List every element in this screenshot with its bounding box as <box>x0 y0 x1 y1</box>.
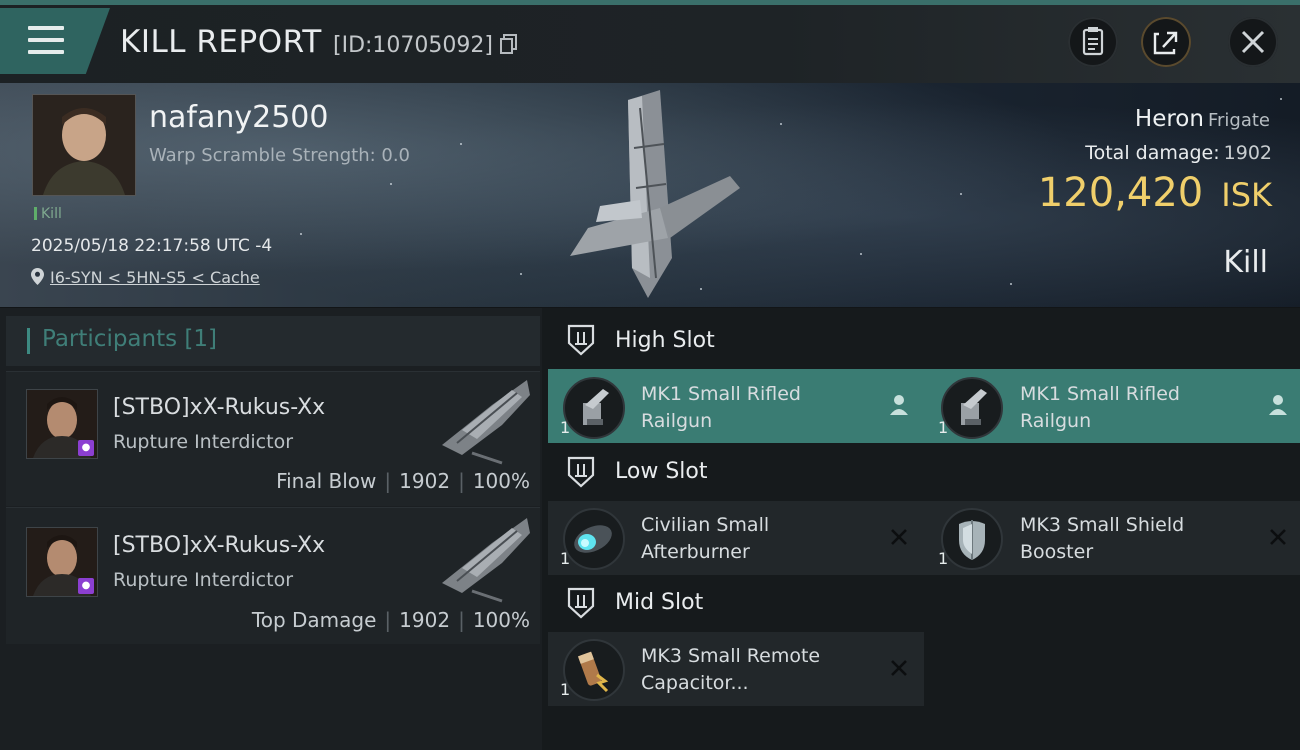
mid-slot-label: Mid Slot <box>615 590 704 615</box>
victim-pilot-name[interactable]: nafany2500 <box>149 100 328 135</box>
low-slot-icon <box>567 456 595 488</box>
clipboard-button[interactable] <box>1068 17 1118 67</box>
railgun-icon <box>941 377 1003 439</box>
person-badge-icon: ● <box>78 578 94 594</box>
module-name: MK1 Small Rifled Railgun <box>1020 383 1180 432</box>
share-button[interactable] <box>1141 17 1191 67</box>
participant-stats: Final Blow | 1902 | 100% <box>276 469 530 493</box>
high-slot-icon <box>567 324 595 356</box>
victim-avatar[interactable] <box>32 94 136 196</box>
report-id: [ID:10705092] <box>333 33 517 58</box>
railgun-icon <box>563 377 625 439</box>
module-name: Civilian Small Afterburner <box>641 514 770 563</box>
module-quantity: 1 <box>560 418 571 437</box>
participant-ship: Rupture Interdictor <box>113 431 293 453</box>
ship-render-image <box>570 90 740 298</box>
module-quantity: 1 <box>560 680 571 699</box>
participant-name[interactable]: [STBO]xX-Rukus-Xx <box>113 533 325 558</box>
high-slot-label: High Slot <box>615 328 715 353</box>
isk-value: 120,420 ISK <box>1037 170 1272 216</box>
mid-slot-icon <box>567 587 595 619</box>
pilot-owner-icon[interactable] <box>888 393 910 417</box>
victim-ship[interactable]: Heron Frigate <box>1135 106 1270 132</box>
participants-header-accent <box>27 328 30 354</box>
participants-title: Participants [1] <box>42 326 218 352</box>
low-slot-label: Low Slot <box>615 459 708 484</box>
page-title: KILL REPORT <box>120 24 322 60</box>
share-icon <box>1153 31 1178 55</box>
person-badge-icon: ● <box>78 440 94 456</box>
destroyed-x-icon <box>1270 529 1286 545</box>
close-button[interactable] <box>1228 17 1278 67</box>
copy-icon[interactable] <box>499 34 517 54</box>
kill-datetime: 2025/05/18 22:17:58 UTC -4 <box>31 236 273 256</box>
participant-ship-image <box>442 380 530 465</box>
pilot-owner-icon[interactable] <box>1267 393 1289 417</box>
participant-name[interactable]: [STBO]xX-Rukus-Xx <box>113 395 325 420</box>
remote-capacitor-icon <box>563 639 625 701</box>
clipboard-icon <box>1082 27 1104 56</box>
afterburner-icon <box>563 508 625 570</box>
warp-scramble-strength: Warp Scramble Strength: 0.0 <box>149 145 411 166</box>
shield-booster-icon <box>941 508 1003 570</box>
module-name: MK3 Small Shield Booster <box>1020 514 1185 563</box>
module-name: MK1 Small Rifled Railgun <box>641 383 801 432</box>
close-icon <box>1241 30 1265 54</box>
location-pin-icon <box>31 268 44 285</box>
module-quantity: 1 <box>938 549 949 568</box>
total-damage: Total damage: 1902 <box>1085 142 1272 164</box>
participant-ship: Rupture Interdictor <box>113 569 293 591</box>
kill-tag: Kill <box>34 206 62 222</box>
participant-stats: Top Damage | 1902 | 100% <box>251 608 530 632</box>
participant-ship-image <box>442 518 530 603</box>
result-label: Kill <box>1223 245 1268 280</box>
destroyed-x-icon <box>891 529 907 545</box>
destroyed-x-icon <box>891 660 907 676</box>
menu-icon <box>28 26 64 30</box>
module-quantity: 1 <box>560 549 571 568</box>
module-quantity: 1 <box>938 418 949 437</box>
kill-location-link[interactable]: I6-SYN < 5HN-S5 < Cache <box>31 268 260 287</box>
module-name: MK3 Small Remote Capacitor... <box>641 645 821 694</box>
